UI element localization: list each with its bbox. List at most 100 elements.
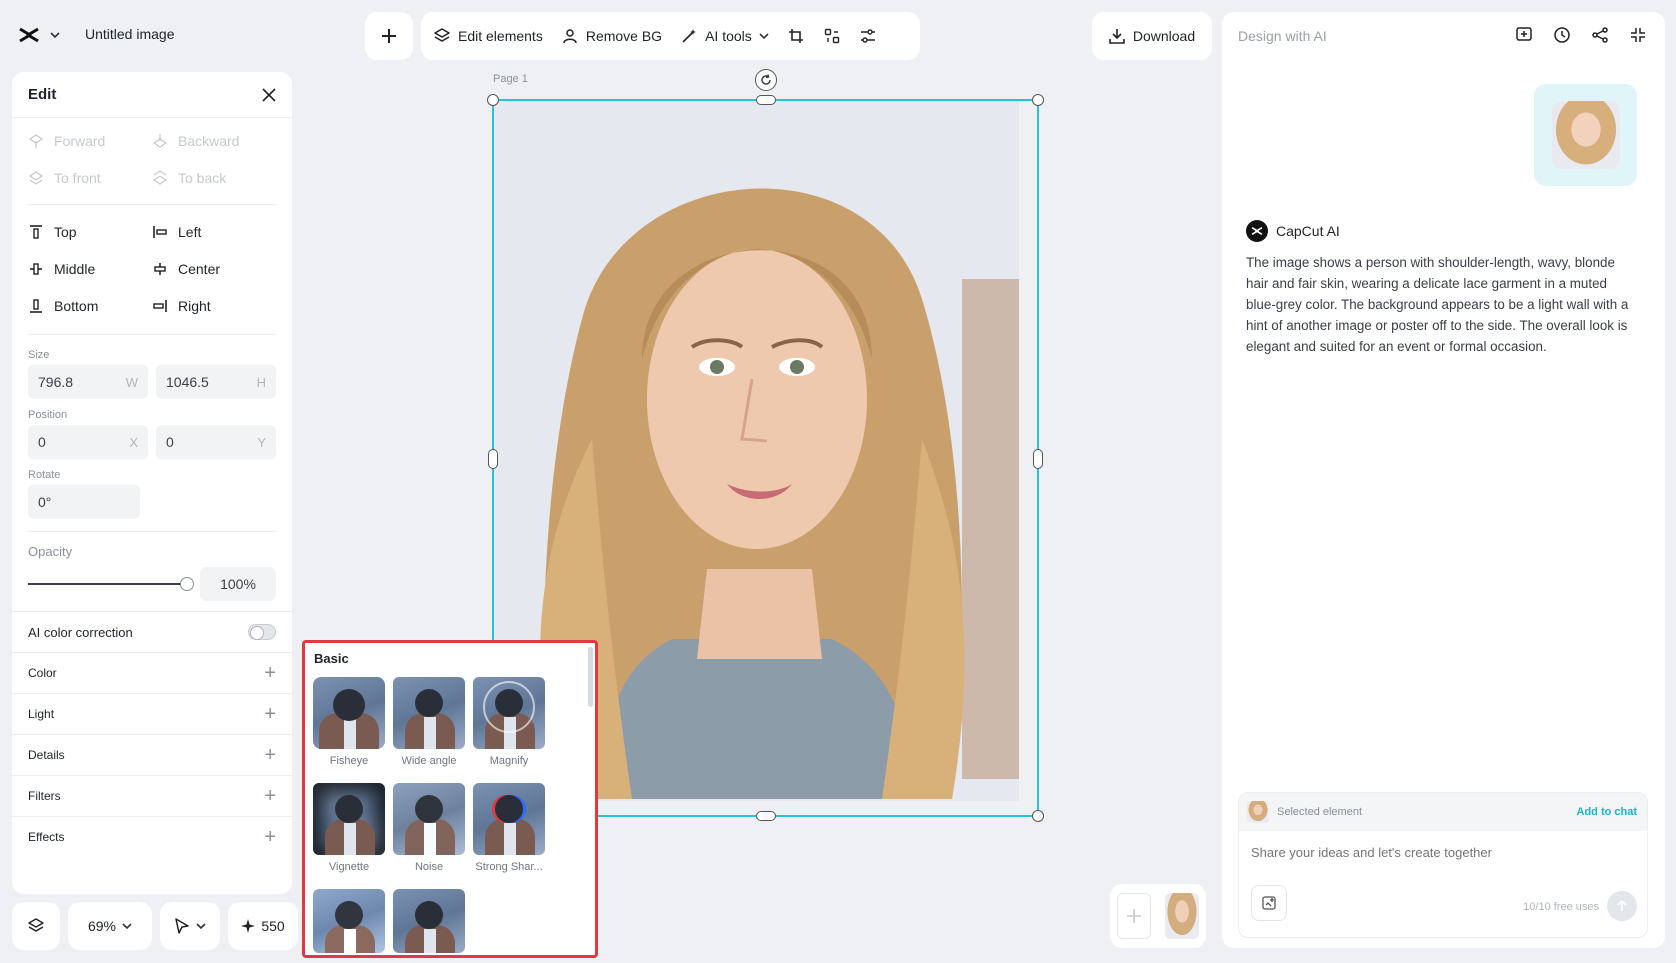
app-menu[interactable] (18, 24, 60, 46)
layers-button[interactable] (12, 902, 60, 950)
chevron-down-icon (196, 922, 206, 930)
document-title[interactable]: Untitled image (85, 26, 175, 42)
align-middle-button[interactable]: Middle (28, 250, 152, 287)
effect-wide-angle[interactable]: Wide angle (393, 677, 465, 767)
download-button[interactable]: Download (1092, 12, 1212, 60)
to-back-button[interactable]: To back (152, 159, 276, 196)
resize-handle-bottom-right[interactable] (1032, 810, 1044, 822)
backward-button[interactable]: Backward (152, 122, 276, 159)
filters-accordion[interactable]: Filters + (12, 775, 292, 816)
resize-handle-top-left[interactable] (487, 94, 499, 106)
align-right-button[interactable]: Right (152, 287, 276, 324)
height-suffix: H (256, 374, 266, 390)
align-right-label: Right (178, 297, 211, 314)
edit-elements-button[interactable]: Edit elements (433, 27, 543, 45)
arrange-section: Forward Backward To front To back (12, 118, 292, 204)
effect-vignette[interactable]: Vignette (313, 783, 385, 873)
details-accordion[interactable]: Details + (12, 734, 292, 775)
plus-icon: + (264, 785, 276, 807)
resize-handle-top[interactable] (756, 95, 776, 105)
opacity-slider[interactable] (28, 577, 194, 591)
remove-bg-button[interactable]: Remove BG (561, 27, 662, 45)
edit-panel-header: Edit (12, 72, 292, 118)
effects-accordion[interactable]: Effects + (12, 816, 292, 857)
align-top-label: Top (54, 223, 77, 240)
send-icon (1616, 900, 1628, 912)
effect-thumbnail (393, 677, 465, 749)
opacity-field[interactable]: 100% (200, 567, 276, 601)
ai-color-correction-toggle[interactable] (248, 624, 276, 640)
selected-element-bar: Selected element Add to chat (1239, 793, 1647, 831)
chat-composer: Selected element Add to chat 10/10 free … (1238, 792, 1648, 938)
crop-button[interactable] (787, 27, 805, 45)
adjust-icon (859, 27, 877, 45)
effect-magnify[interactable]: Magnify (473, 677, 545, 767)
thumb-figure-shirt (504, 823, 516, 855)
magnify-lens (483, 681, 535, 733)
size-label: Size (28, 349, 50, 361)
zoom-value: 69% (87, 918, 117, 934)
effect-fisheye[interactable]: Fisheye (313, 677, 385, 767)
effect-item[interactable] (393, 889, 465, 953)
close-icon[interactable] (262, 87, 276, 102)
plus-icon (380, 27, 398, 45)
effect-item[interactable] (313, 889, 385, 953)
light-accordion[interactable]: Light + (12, 693, 292, 734)
width-field[interactable]: 796.8 W (28, 365, 148, 399)
thumb-figure-head (495, 795, 523, 823)
resize-handle-left[interactable] (488, 449, 498, 469)
collapse-icon[interactable] (1629, 26, 1647, 44)
user-image-message[interactable] (1534, 84, 1637, 186)
resize-handle-right[interactable] (1033, 449, 1043, 469)
download-icon (1109, 28, 1125, 44)
rotate-field[interactable]: 0° (28, 485, 140, 519)
new-chat-icon[interactable] (1515, 26, 1533, 44)
position-x-value: 0 (38, 434, 46, 450)
position-label: Position (28, 409, 68, 421)
effect-label: Fisheye (329, 755, 369, 767)
resize-handle-bottom[interactable] (756, 811, 776, 821)
sparkle-icon (241, 919, 256, 933)
history-icon[interactable] (1553, 26, 1571, 44)
effect-thumbnail (313, 783, 385, 855)
align-bottom-button[interactable]: Bottom (28, 287, 152, 324)
send-button[interactable] (1607, 891, 1637, 921)
height-field[interactable]: 1046.5 H (156, 365, 276, 399)
align-center-button[interactable]: Center (152, 250, 276, 287)
to-front-button[interactable]: To front (28, 159, 152, 196)
effect-thumbnail (393, 783, 465, 855)
align-left-button[interactable]: Left (152, 213, 276, 250)
chat-input[interactable] (1251, 845, 1631, 860)
popup-scrollbar[interactable] (588, 647, 593, 707)
position-x-field[interactable]: 0 X (28, 425, 148, 459)
attach-image-button[interactable] (1251, 885, 1287, 921)
align-top-button[interactable]: Top (28, 213, 152, 250)
color-accordion-label: Color (28, 666, 57, 680)
add-button[interactable] (365, 12, 413, 60)
ai-color-correction-label: AI color correction (28, 624, 133, 640)
forward-button[interactable]: Forward (28, 122, 152, 159)
add-page-button[interactable] (1117, 893, 1151, 939)
add-to-chat-button[interactable]: Add to chat (1577, 806, 1638, 818)
adjust-button[interactable] (859, 27, 877, 45)
credits-counter[interactable]: 550 (228, 902, 298, 950)
effect-label: Strong Shar... (475, 861, 543, 873)
resize-handle-top-right[interactable] (1032, 94, 1044, 106)
rotate-handle[interactable] (755, 69, 777, 91)
arrange-button[interactable] (823, 27, 841, 45)
pointer-tool[interactable] (160, 902, 220, 950)
effect-noise[interactable]: Noise (393, 783, 465, 873)
width-value: 796.8 (38, 374, 74, 390)
zoom-control[interactable]: 69% (68, 902, 152, 950)
position-y-field[interactable]: 0 Y (156, 425, 276, 459)
plus-icon (1127, 909, 1141, 923)
thumb-figure-head (333, 689, 365, 721)
share-icon[interactable] (1591, 26, 1609, 44)
page-thumbnail[interactable] (1165, 893, 1199, 939)
effect-strong-sharpen[interactable]: Strong Shar... (473, 783, 545, 873)
opacity-slider-knob[interactable] (180, 577, 194, 591)
color-accordion[interactable]: Color + (12, 652, 292, 693)
ai-tools-button[interactable]: AI tools (680, 27, 769, 45)
plus-icon: + (264, 826, 276, 848)
crop-icon (787, 27, 805, 45)
